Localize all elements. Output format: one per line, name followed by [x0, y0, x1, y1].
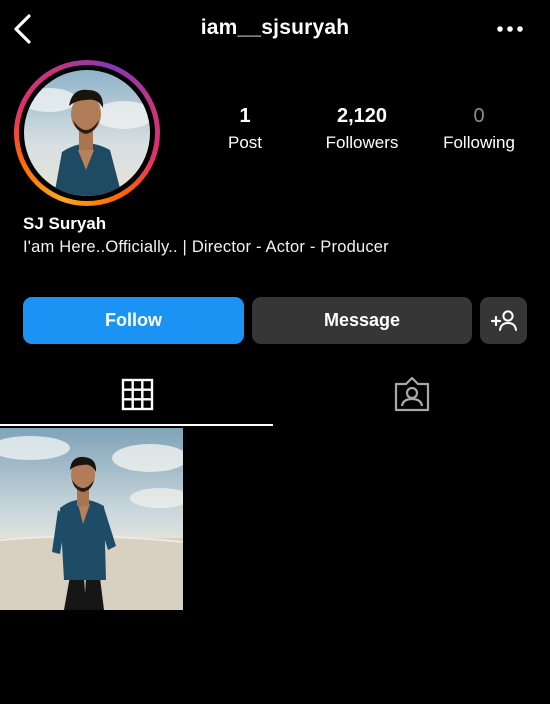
more-horizontal-icon	[497, 26, 523, 32]
following-label: Following	[443, 133, 515, 152]
avatar-photo	[24, 70, 150, 196]
bio-text: I'am Here..Officially.. | Director - Act…	[23, 238, 389, 256]
following-stat[interactable]: 0 Following	[419, 104, 539, 156]
avatar	[24, 70, 150, 196]
grid-icon	[121, 378, 154, 411]
display-name: SJ Suryah	[23, 214, 107, 233]
tab-tagged[interactable]	[275, 370, 550, 426]
profile-username: iam__sjsuryah	[200, 16, 350, 39]
story-ring[interactable]	[14, 60, 160, 206]
more-options-button[interactable]	[496, 20, 524, 38]
posts-stat[interactable]: 1 Post	[185, 104, 305, 156]
followers-stat[interactable]: 2,120 Followers	[302, 104, 422, 156]
following-count: 0	[473, 105, 485, 127]
followers-label: Followers	[325, 133, 399, 152]
tagged-person-icon	[394, 376, 430, 412]
post-thumbnail[interactable]	[0, 428, 183, 610]
top-bar: iam__sjsuryah	[0, 0, 550, 58]
posts-label: Post	[227, 133, 263, 152]
posts-count: 1	[239, 105, 251, 127]
follow-button[interactable]: Follow	[23, 297, 244, 344]
followers-count: 2,120	[336, 105, 388, 127]
active-tab-indicator	[0, 424, 273, 426]
suggest-users-button[interactable]	[480, 297, 527, 344]
post-photo	[0, 428, 183, 610]
tab-posts-grid[interactable]	[0, 370, 275, 426]
message-button[interactable]: Message	[252, 297, 472, 344]
add-user-icon	[490, 310, 517, 331]
